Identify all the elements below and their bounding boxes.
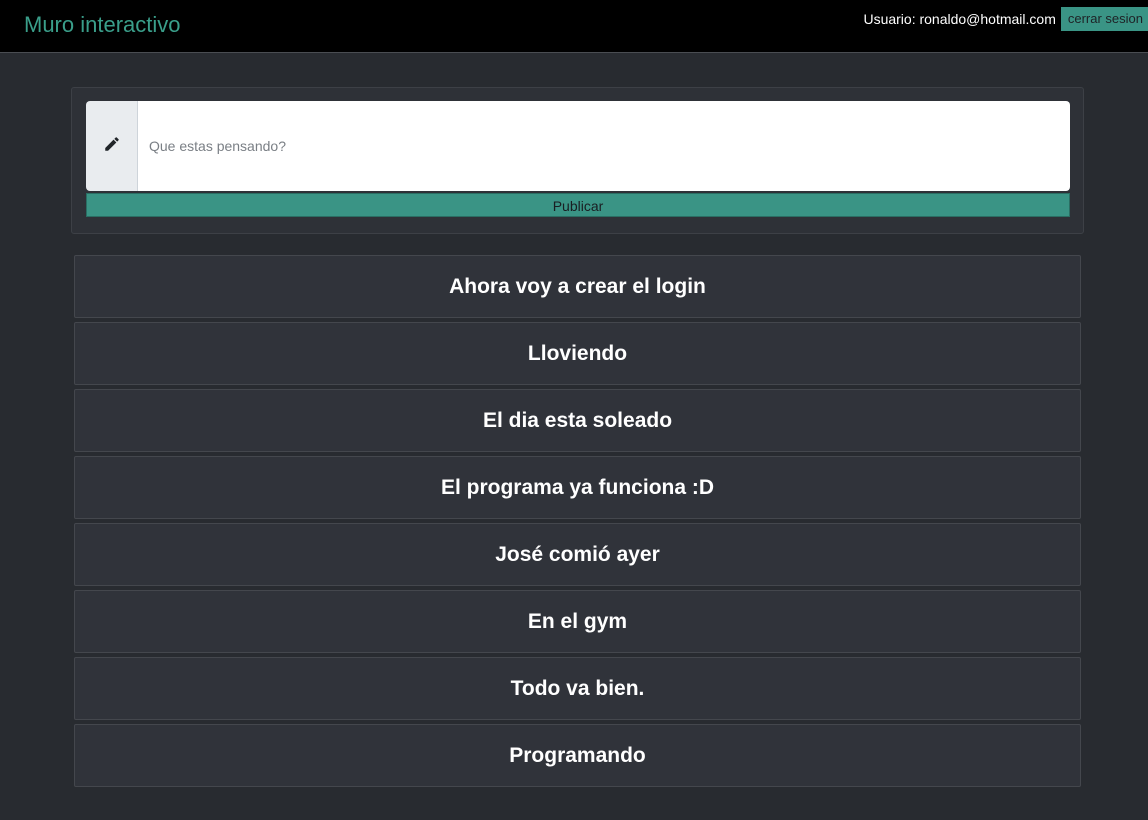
publish-button[interactable]: Publicar bbox=[86, 193, 1070, 217]
post-item: Todo va bien. bbox=[74, 657, 1081, 720]
post-item: En el gym bbox=[74, 590, 1081, 653]
post-composer: Publicar bbox=[71, 87, 1084, 234]
brand-title[interactable]: Muro interactivo bbox=[24, 12, 181, 38]
post-input[interactable] bbox=[138, 101, 1070, 191]
post-input-group bbox=[86, 101, 1070, 191]
posts-list: Ahora voy a crear el login Lloviendo El … bbox=[74, 255, 1081, 791]
post-item: Lloviendo bbox=[74, 322, 1081, 385]
post-item: El dia esta soleado bbox=[74, 389, 1081, 452]
post-item: Ahora voy a crear el login bbox=[74, 255, 1081, 318]
post-item: El programa ya funciona :D bbox=[74, 456, 1081, 519]
logout-button[interactable]: cerrar sesion bbox=[1060, 7, 1148, 31]
post-item: Programando bbox=[74, 724, 1081, 787]
user-area: Usuario: ronaldo@hotmail.com cerrar sesi… bbox=[863, 7, 1148, 31]
post-item: José comió ayer bbox=[74, 523, 1081, 586]
top-navbar: Muro interactivo Usuario: ronaldo@hotmai… bbox=[0, 0, 1148, 53]
user-label: Usuario: ronaldo@hotmail.com bbox=[863, 11, 1056, 27]
pencil-icon bbox=[103, 135, 121, 158]
input-addon bbox=[86, 101, 138, 191]
